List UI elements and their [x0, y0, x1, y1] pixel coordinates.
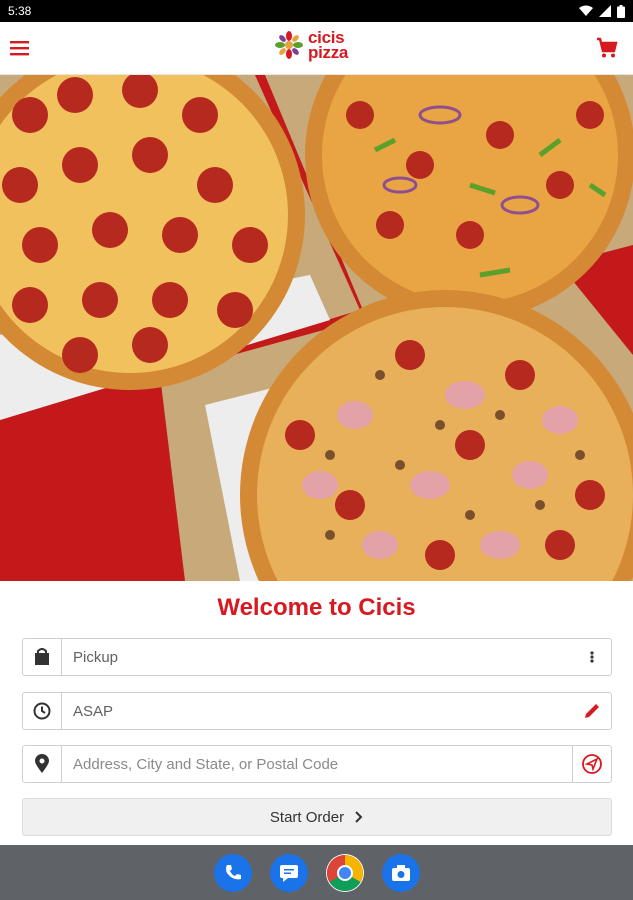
- start-order-label: Start Order: [269, 808, 345, 826]
- menu-icon[interactable]: [8, 36, 32, 60]
- location-pin-icon: [23, 746, 62, 782]
- order-time-field[interactable]: ASAP: [22, 692, 612, 730]
- chrome-icon[interactable]: [325, 853, 364, 892]
- start-order-button[interactable]: Start Order: [22, 798, 612, 836]
- app-bar: cicis pizza: [0, 22, 633, 75]
- android-dock: [0, 845, 633, 900]
- address-field[interactable]: Address, City and State, or Postal Code: [22, 745, 612, 783]
- order-type-select[interactable]: Pickup: [22, 638, 612, 676]
- phone-icon[interactable]: [213, 853, 252, 892]
- clock-icon: [23, 693, 62, 729]
- pencil-icon[interactable]: [573, 693, 611, 729]
- chevron-right-icon: [355, 811, 363, 823]
- shopping-bag-icon: [23, 639, 62, 675]
- status-time: 5:38: [8, 4, 32, 18]
- order-type-value: Pickup: [73, 648, 119, 666]
- signal-icon: [599, 5, 611, 17]
- logo-flower-icon: [275, 31, 303, 59]
- status-bar: 5:38: [0, 0, 633, 22]
- status-icons: [579, 4, 625, 18]
- battery-icon: [617, 4, 625, 18]
- locate-me-icon[interactable]: [572, 746, 611, 782]
- address-input[interactable]: Address, City and State, or Postal Code: [62, 756, 572, 773]
- logo-text: cicis pizza: [308, 29, 349, 62]
- more-vert-icon[interactable]: [573, 639, 611, 675]
- welcome-title: Welcome to Cicis: [217, 594, 416, 621]
- camera-icon[interactable]: [381, 853, 420, 892]
- cart-icon[interactable]: [595, 36, 619, 60]
- logo-line-2: pizza: [308, 43, 349, 62]
- hero-pizza-image: [0, 75, 633, 581]
- order-time-value: ASAP: [73, 702, 114, 720]
- cicis-logo: cicis pizza: [274, 29, 349, 62]
- wifi-icon: [579, 5, 593, 16]
- messages-icon[interactable]: [269, 853, 308, 892]
